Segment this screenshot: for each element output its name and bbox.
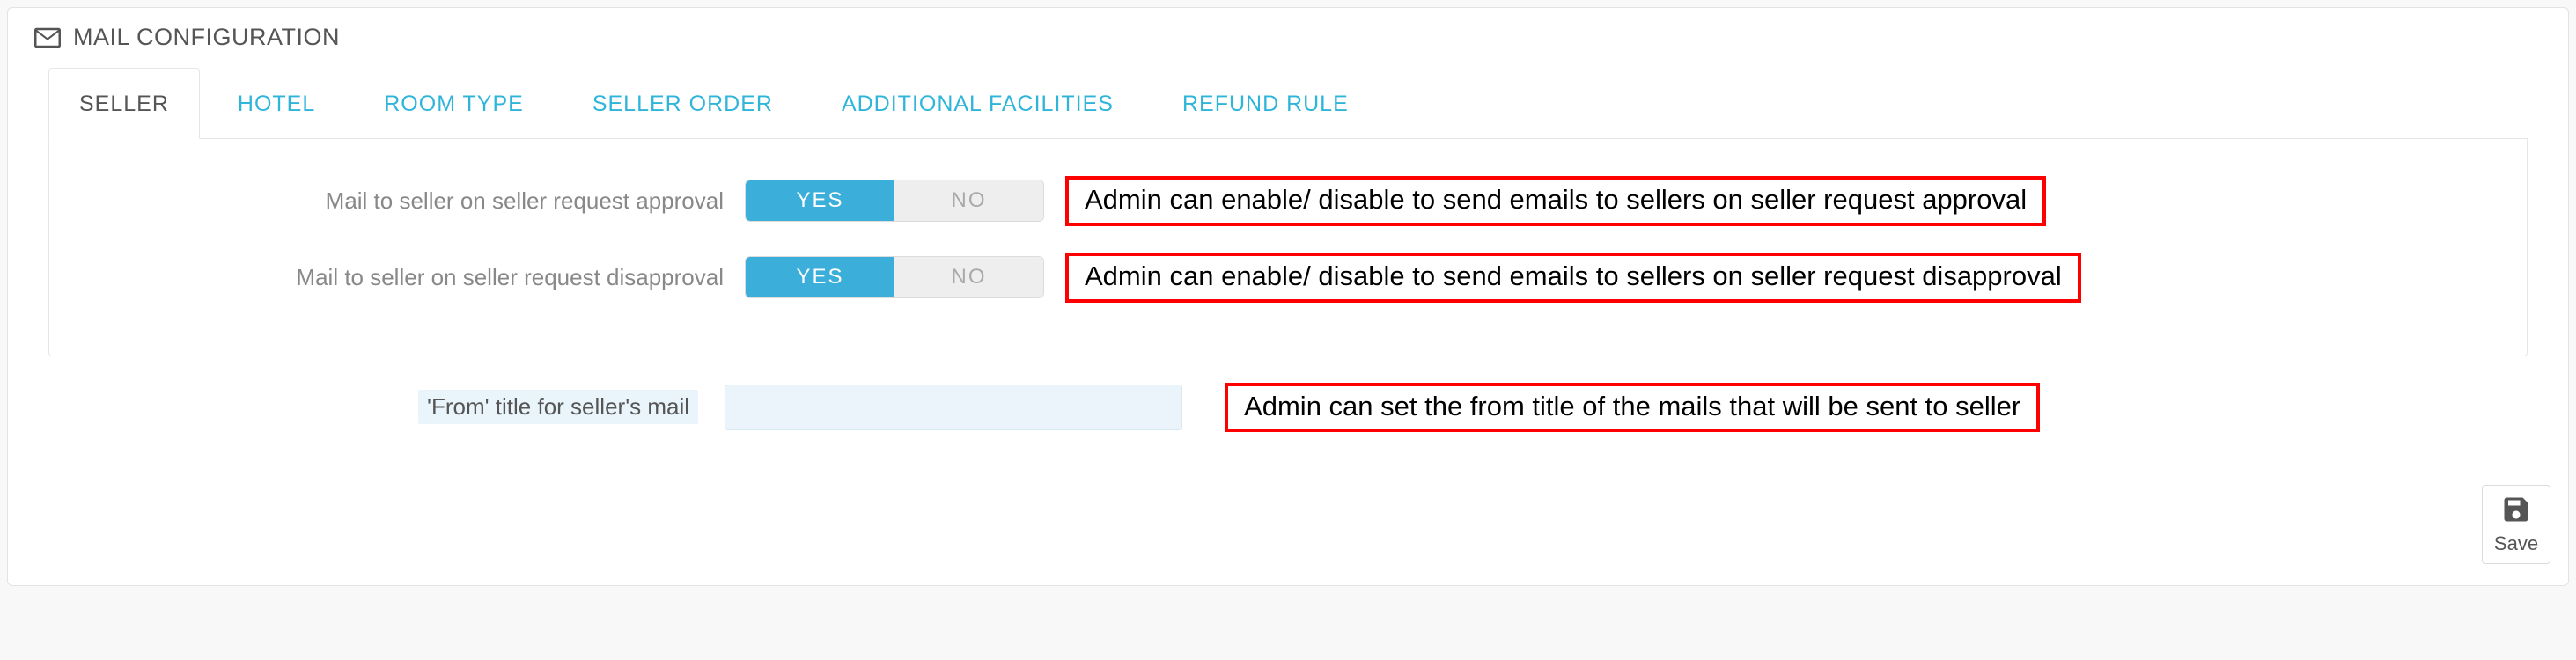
panel-heading: MAIL CONFIGURATION (8, 8, 2568, 67)
tab-additional-facilities[interactable]: ADDITIONAL FACILITIES (811, 68, 1144, 139)
setting-disapproval-no[interactable]: NO (894, 257, 1043, 297)
save-icon (2500, 494, 2532, 525)
save-label: Save (2494, 532, 2538, 555)
setting-approval-label: Mail to seller on seller request approva… (49, 187, 745, 215)
tab-seller-order[interactable]: SELLER ORDER (562, 68, 804, 139)
from-title-annotation: Admin can set the from title of the mail… (1225, 383, 2040, 433)
from-title-row: 'From' title for seller's mail Admin can… (48, 383, 2528, 433)
from-title-input[interactable] (725, 385, 1182, 430)
setting-approval-yes[interactable]: YES (746, 180, 894, 221)
tab-content: Mail to seller on seller request approva… (48, 139, 2528, 356)
save-area: Save (8, 485, 2568, 585)
tab-refund-rule[interactable]: REFUND RULE (1152, 68, 1380, 139)
tab-hotel[interactable]: HOTEL (207, 68, 346, 139)
save-button[interactable]: Save (2482, 485, 2550, 564)
tab-room-type[interactable]: ROOM TYPE (353, 68, 555, 139)
setting-disapproval-annotation: Admin can enable/ disable to send emails… (1065, 253, 2081, 303)
setting-disapproval-label: Mail to seller on seller request disappr… (49, 264, 745, 291)
setting-approval-toggle[interactable]: YES NO (745, 180, 1044, 222)
mail-icon (34, 27, 61, 48)
tabs: SELLER HOTEL ROOM TYPE SELLER ORDER ADDI… (48, 67, 2528, 139)
setting-approval-row: Mail to seller on seller request approva… (49, 176, 2527, 226)
from-title-label: 'From' title for seller's mail (418, 390, 698, 424)
setting-disapproval-row: Mail to seller on seller request disappr… (49, 253, 2527, 303)
panel-body: SELLER HOTEL ROOM TYPE SELLER ORDER ADDI… (8, 67, 2568, 432)
setting-disapproval-yes[interactable]: YES (746, 257, 894, 297)
setting-approval-annotation: Admin can enable/ disable to send emails… (1065, 176, 2046, 226)
setting-disapproval-toggle[interactable]: YES NO (745, 256, 1044, 298)
setting-approval-controls: YES NO Admin can enable/ disable to send… (745, 176, 2046, 226)
mail-configuration-panel: MAIL CONFIGURATION SELLER HOTEL ROOM TYP… (7, 7, 2569, 586)
setting-approval-no[interactable]: NO (894, 180, 1043, 221)
panel-title: MAIL CONFIGURATION (73, 24, 340, 51)
tab-seller[interactable]: SELLER (48, 68, 200, 139)
setting-disapproval-controls: YES NO Admin can enable/ disable to send… (745, 253, 2081, 303)
